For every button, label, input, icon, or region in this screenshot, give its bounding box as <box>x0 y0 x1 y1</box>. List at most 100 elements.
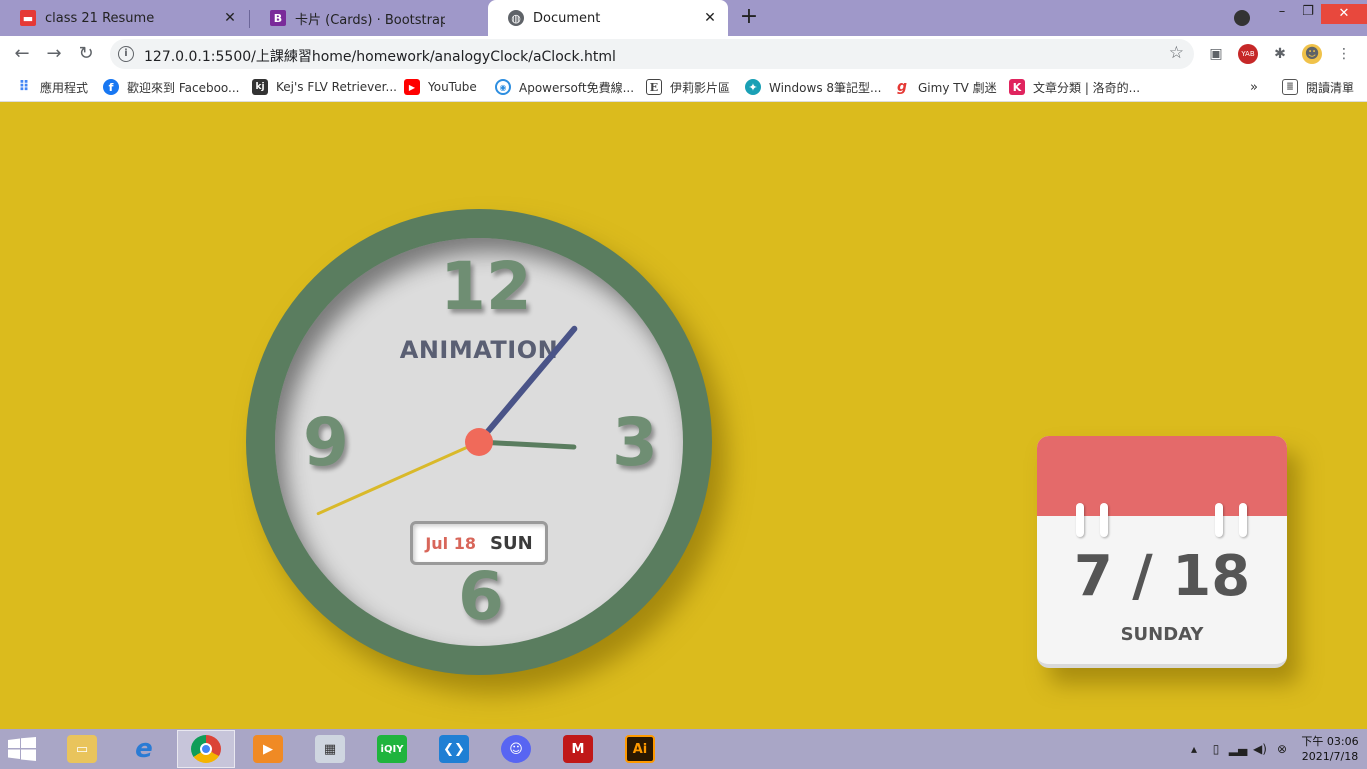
close-tab-icon[interactable]: ✕ <box>222 10 238 26</box>
mcafee-icon: M <box>563 735 593 763</box>
taskbar-mcafee[interactable]: M <box>549 730 607 768</box>
taskbar-calculator[interactable]: ▦ <box>301 730 359 768</box>
apps-grid-icon: ⠿ <box>18 79 30 95</box>
minimize-icon[interactable]: – <box>1269 4 1295 24</box>
close-window-icon[interactable]: ✕ <box>1321 4 1367 24</box>
window-controls: – ❐ ✕ <box>1269 0 1367 28</box>
bookmark-apps[interactable]: ⠿ 應用程式 <box>16 77 88 97</box>
tab-title: Document <box>533 10 601 26</box>
bookmark-label: 伊莉影片區 <box>670 80 731 95</box>
forward-icon[interactable]: → <box>42 42 66 66</box>
calendar-date: 7 / 18 <box>1073 544 1251 609</box>
minute-hand <box>476 325 578 445</box>
bookmark-label: Gimy TV 劇迷 <box>918 80 997 95</box>
bookmark-youtube[interactable]: ▶ YouTube <box>404 77 477 97</box>
calendar-ring <box>1239 503 1247 537</box>
bookmark-star-icon[interactable]: ☆ <box>1169 43 1184 63</box>
tab-bootstrap-cards[interactable]: B 卡片 (Cards) · Bootstrap 5 繁體中 <box>250 0 488 36</box>
taskbar-clock-time: 下午 03:06 <box>1301 735 1359 748</box>
illustrator-icon: Ai <box>625 735 655 763</box>
taskbar-media-player[interactable]: ▶ <box>239 730 297 768</box>
calendar-weekday: SUNDAY <box>1120 624 1204 645</box>
back-icon[interactable]: ← <box>10 42 34 66</box>
tab-title: 卡片 (Cards) · Bootstrap 5 繁體中 <box>295 12 445 28</box>
second-hand <box>316 440 481 516</box>
bookmark-lochi[interactable]: K 文章分類 | 洛奇的... <box>1009 77 1140 97</box>
notification-x-icon[interactable]: ⊗ <box>1271 742 1293 756</box>
clock-face: 12 3 6 9 ANIMATION Jul 18 SUN <box>275 238 683 646</box>
show-hidden-icons-chevron-icon[interactable]: ▴ <box>1183 742 1205 756</box>
tab-class21-resume[interactable]: ▬ class 21 Resume ✕ <box>0 0 248 36</box>
url-text: 127.0.0.1:5500/上課練習home/homework/analogy… <box>144 49 616 65</box>
address-bar[interactable]: i 127.0.0.1:5500/上課練習home/homework/analo… <box>110 39 1194 69</box>
profile-avatar-icon[interactable]: ☻ <box>1302 44 1322 64</box>
calendar-ring <box>1215 503 1223 537</box>
extensions-puzzle-icon[interactable]: ✱ <box>1270 44 1290 64</box>
calendar-card: 7 / 18 SUNDAY <box>1037 436 1287 668</box>
bookmark-label: 應用程式 <box>40 80 89 95</box>
pocket-icon[interactable]: ▣ <box>1206 44 1226 64</box>
volume-icon[interactable]: ◀) <box>1249 742 1271 756</box>
menu-kebab-icon[interactable]: ⋮ <box>1334 44 1354 64</box>
gimy-icon: g <box>896 79 908 95</box>
taskbar-iqiyi[interactable]: iQIY <box>363 730 421 768</box>
internet-explorer-icon: e <box>135 734 153 764</box>
bookmark-facebook[interactable]: f 歡迎來到 Faceboo... <box>103 77 239 97</box>
vscode-icon: ❮❯ <box>439 735 469 763</box>
restore-icon[interactable]: ❐ <box>1295 4 1321 24</box>
bookmark-gimy[interactable]: g Gimy TV 劇迷 <box>894 77 997 97</box>
bookmark-apowersoft[interactable]: ◉ Apowersoft免費線... <box>495 77 634 97</box>
bookmark-label: Windows 8筆記型... <box>769 80 882 95</box>
network-signal-icon[interactable]: ▂▄ <box>1227 742 1249 756</box>
windows-start-icon[interactable] <box>8 737 36 761</box>
taskbar-vscode[interactable]: ❮❯ <box>425 730 483 768</box>
resume-icon: ▬ <box>20 10 36 26</box>
reading-list-button[interactable]: ≣ 閱讀清單 <box>1282 77 1354 97</box>
taskbar-discord[interactable]: ☺ <box>487 730 545 768</box>
calendar-ring <box>1100 503 1108 537</box>
windows-taskbar: ▭ e ▶ ▦ iQIY ❮❯ ☺ M Ai ▴ ▯ ▂▄ ◀) ⊗ 下午 03… <box>0 729 1367 769</box>
youtube-icon: ▶ <box>404 79 420 95</box>
bootstrap-icon: B <box>270 10 286 26</box>
reading-list-label: 閱讀清單 <box>1306 80 1355 95</box>
bookmark-label: YouTube <box>428 80 477 94</box>
system-tray: ▴ ▯ ▂▄ ◀) ⊗ 下午 03:06 2021/7/18 <box>1183 729 1367 769</box>
browser-toolbar: ← → ↻ i 127.0.0.1:5500/上課練習home/homework… <box>0 36 1367 72</box>
reading-list-icon: ≣ <box>1282 79 1298 95</box>
file-explorer-icon: ▭ <box>67 735 97 763</box>
hour-hand <box>476 439 577 450</box>
tab-search-icon[interactable] <box>1234 10 1250 26</box>
bookmark-label: Kej's FLV Retriever... <box>276 80 397 94</box>
taskbar-clock[interactable]: 下午 03:06 2021/7/18 <box>1293 734 1367 764</box>
bookmark-eyny[interactable]: E 伊莉影片區 <box>646 77 730 97</box>
more-bookmarks-chevron-icon[interactable]: » <box>1250 77 1258 97</box>
tab-strip: ▬ class 21 Resume ✕ B 卡片 (Cards) · Boots… <box>0 0 1367 36</box>
yab-extension-icon[interactable]: YAB <box>1238 44 1258 64</box>
bookmark-kej[interactable]: kj Kej's FLV Retriever... <box>252 77 397 97</box>
calendar-header <box>1037 436 1287 516</box>
clock-center-dot <box>465 428 493 456</box>
new-tab-button[interactable]: + <box>738 6 760 29</box>
apowersoft-icon: ◉ <box>495 79 511 95</box>
bookmark-label: Apowersoft免費線... <box>519 80 635 95</box>
bookmark-windows8[interactable]: ✦ Windows 8筆記型... <box>745 77 881 97</box>
taskbar-illustrator[interactable]: Ai <box>611 730 669 768</box>
close-tab-icon[interactable]: ✕ <box>702 10 718 26</box>
bookmark-label: 文章分類 | 洛奇的... <box>1033 80 1141 95</box>
k-icon: K <box>1009 79 1025 95</box>
bookmark-label: 歡迎來到 Faceboo... <box>127 80 240 95</box>
battery-icon[interactable]: ▯ <box>1205 742 1227 756</box>
clock-hands <box>316 325 578 516</box>
tab-title: class 21 Resume <box>45 10 155 26</box>
site-info-icon[interactable]: i <box>118 46 134 62</box>
tab-document[interactable]: ◍ Document ✕ <box>488 0 728 36</box>
globe-icon: ◍ <box>508 10 524 26</box>
facebook-icon: f <box>103 79 119 95</box>
bookmarks-bar: ⠿ 應用程式 f 歡迎來到 Faceboo... kj Kej's FLV Re… <box>0 72 1367 102</box>
reload-icon[interactable]: ↻ <box>74 42 98 66</box>
iqiyi-icon: iQIY <box>377 735 407 763</box>
discord-icon: ☺ <box>501 735 531 763</box>
taskbar-file-explorer[interactable]: ▭ <box>53 730 111 768</box>
taskbar-internet-explorer[interactable]: e <box>115 730 173 768</box>
taskbar-chrome[interactable] <box>177 730 235 768</box>
